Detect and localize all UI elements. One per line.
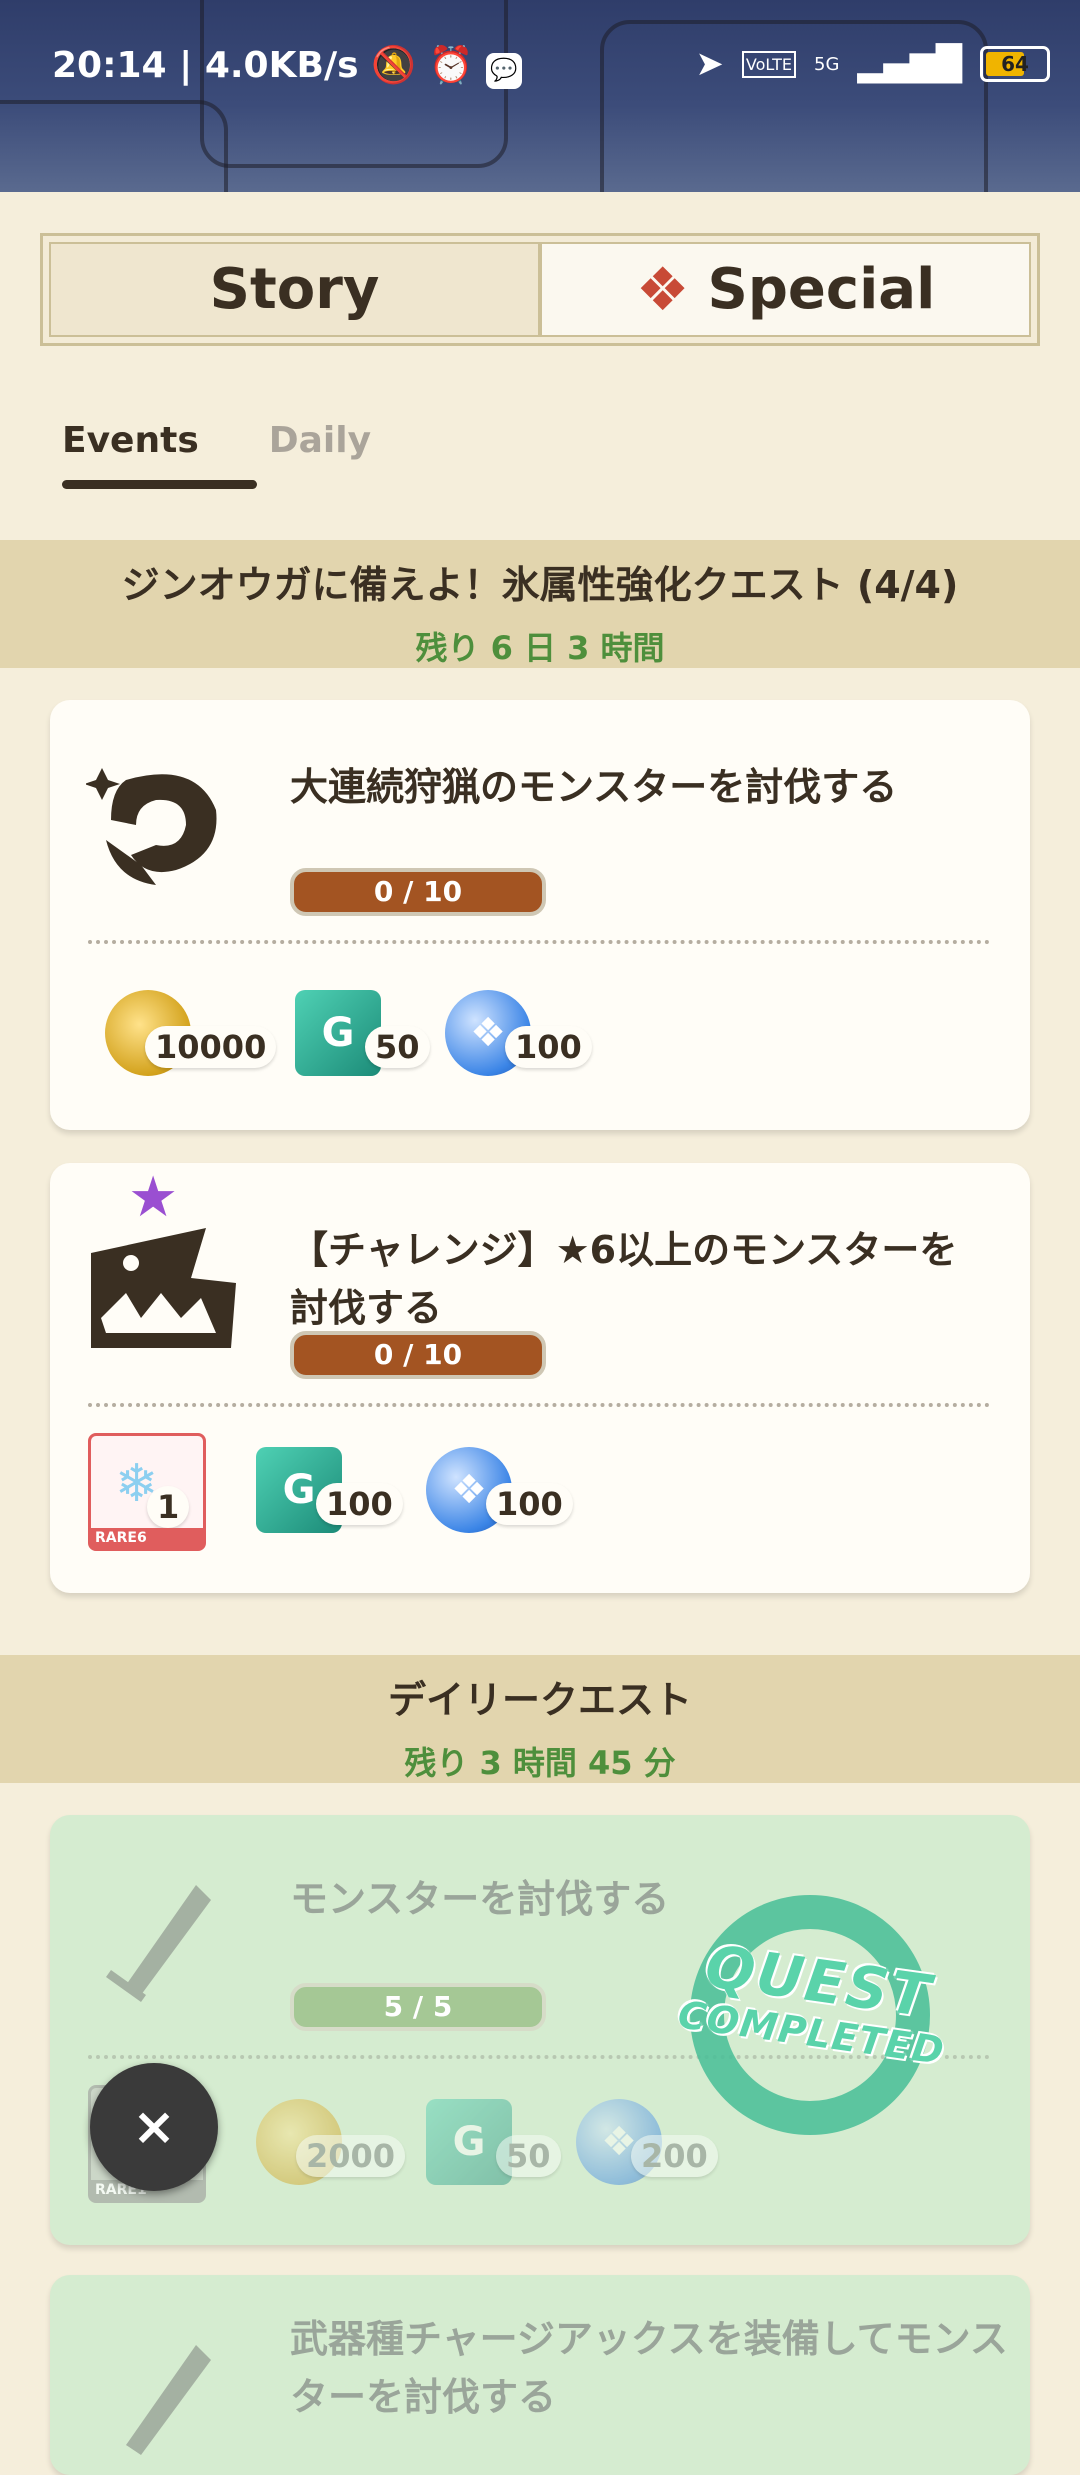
emerald-gem-icon: G	[426, 2099, 512, 2185]
map-road	[0, 100, 228, 192]
reward-item: ❄ 1 RARE6	[88, 1433, 206, 1551]
reward-count: 10000	[145, 1026, 277, 1068]
chat-icon: 💬	[485, 53, 522, 89]
reward-count: 100	[316, 1483, 403, 1525]
reward-item: G 50	[295, 990, 430, 1080]
tab-story-label: Story	[209, 257, 380, 322]
quest-card[interactable]: 武器種チャージアックスを装備してモンスターを討伐する	[50, 2275, 1030, 2475]
gem-symbol: G	[452, 2119, 486, 2165]
location-icon: ➤	[695, 44, 724, 84]
card-divider	[88, 940, 990, 944]
reward-count: 50	[365, 1026, 430, 1068]
main-tab-bar: Story ❖ Special	[40, 233, 1040, 346]
reward-item: ❖ 100	[445, 990, 592, 1080]
quest-title: 大連続狩猟のモンスターを討伐する	[290, 765, 898, 809]
gem-symbol: G	[321, 1010, 355, 1056]
event-section-title: ジンオウガに備えよ！氷属性強化クエスト (4/4)	[121, 563, 959, 607]
reward-item: 2000	[256, 2099, 406, 2189]
special-diamond-icon: ❖	[635, 254, 690, 325]
active-tab-indicator	[62, 480, 257, 489]
monster-jaw-icon	[91, 1228, 236, 1348]
sword-icon	[106, 1885, 211, 2002]
status-time: 20:14 | 4.0KB/s 🔕 ⏰ 💬	[52, 44, 522, 89]
reward-item: ❖ 200	[576, 2099, 718, 2189]
reward-item: ❖ 100	[426, 1447, 573, 1537]
alarm-icon: ⏰	[428, 45, 474, 86]
quest-progress-bar: 5 / 5	[290, 1983, 546, 2031]
tab-special[interactable]: ❖ Special	[540, 242, 1031, 337]
event-section-header: ジンオウガに備えよ！氷属性強化クエスト (4/4) 残り 6 日 3 時間	[0, 540, 1080, 668]
rarity-label: RARE6	[91, 1528, 203, 1548]
emerald-gem-icon: G	[295, 990, 381, 1076]
clock: 20:14	[52, 45, 167, 86]
star-badge-icon: ★	[128, 1165, 179, 1230]
separator: |	[179, 45, 205, 86]
reward-count: 100	[486, 1483, 573, 1525]
sword-icon	[126, 2345, 211, 2455]
status-icons: ➤ VoLTE 5G ▂▄▆█ 64	[695, 44, 1050, 84]
card-divider	[88, 1403, 990, 1407]
reward-count: 1	[147, 1486, 190, 1528]
reward-count: 50	[496, 2135, 561, 2177]
tab-special-label: Special	[707, 257, 936, 322]
quest-title: 【チャレンジ】★6以上のモンスターを討伐する	[290, 1228, 958, 1330]
quest-progress-bar: 0 / 10	[290, 868, 546, 916]
daily-section-title: デイリークエスト	[387, 1678, 692, 1722]
close-button[interactable]: ×	[90, 2063, 218, 2191]
reward-item: G 100	[256, 1447, 403, 1537]
quest-progress-bar: 0 / 10	[290, 1331, 546, 1379]
quest-card[interactable]: ★ 【チャレンジ】★6以上のモンスターを討伐する 0 / 10 ❄ 1 RARE…	[50, 1163, 1030, 1593]
reward-item: G 50	[426, 2099, 561, 2189]
battery-icon: 64	[980, 46, 1050, 82]
reward-list: 10000 G 50 ❖ 100	[105, 990, 592, 1080]
quest-title: モンスターを討伐する	[290, 1877, 670, 1921]
reward-list: ❄ 1 RARE6 G 100 ❖ 100	[88, 1433, 573, 1551]
tab-events[interactable]: Events	[62, 420, 199, 481]
mute-icon: 🔕	[371, 45, 416, 86]
network-speed: 4.0KB/s	[204, 45, 359, 86]
reward-count: 2000	[296, 2135, 406, 2177]
reward-item: 10000	[105, 990, 277, 1080]
battery-percent: 64	[1001, 52, 1029, 76]
signal-icon: ▂▄▆█	[857, 44, 962, 84]
tab-story[interactable]: Story	[49, 242, 540, 337]
sub-tab-bar: Events Daily	[62, 420, 371, 481]
quest-title: 武器種チャージアックスを装備してモンスターを討伐する	[290, 2317, 1008, 2419]
network-type: 5G	[814, 53, 840, 75]
event-remaining-time: 残り 6 日 3 時間	[415, 629, 665, 667]
daily-remaining-time: 残り 3 時間 45 分	[404, 1744, 676, 1782]
reward-count: 100	[505, 1026, 592, 1068]
reward-count: 200	[631, 2135, 718, 2177]
daily-section-header: デイリークエスト 残り 3 時間 45 分	[0, 1655, 1080, 1783]
volte-icon: VoLTE	[741, 50, 796, 78]
quest-card[interactable]: 大連続狩猟のモンスターを討伐する 0 / 10 10000 G 50 ❖ 100	[50, 700, 1030, 1130]
tab-daily[interactable]: Daily	[269, 420, 371, 481]
swirl-monster-icon	[86, 768, 217, 885]
status-bar: 20:14 | 4.0KB/s 🔕 ⏰ 💬 ➤ VoLTE 5G ▂▄▆█ 64	[0, 0, 1080, 192]
